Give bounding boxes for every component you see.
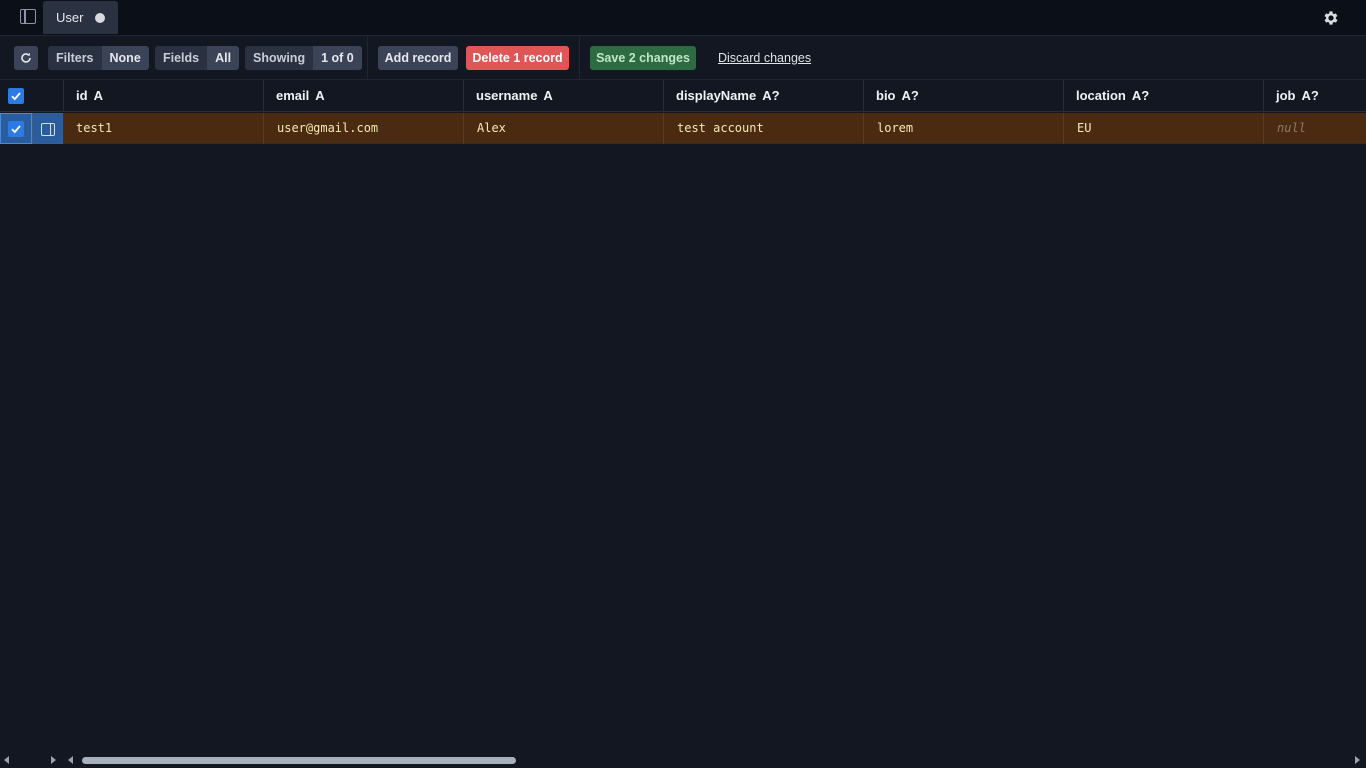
save-changes-button[interactable]: Save 2 changes bbox=[590, 46, 696, 70]
column-type: A? bbox=[901, 88, 919, 103]
fields-label: Fields bbox=[155, 46, 208, 70]
select-all-checkbox[interactable] bbox=[8, 88, 24, 104]
unsaved-dot-icon[interactable] bbox=[95, 13, 105, 23]
scroll-left-arrow-icon[interactable] bbox=[68, 756, 73, 764]
add-record-button[interactable]: Add record bbox=[378, 46, 458, 70]
column-name: displayName bbox=[676, 88, 757, 103]
column-header-location[interactable]: location A? bbox=[1064, 80, 1264, 112]
delete-record-button[interactable]: Delete 1 record bbox=[466, 46, 569, 70]
filters-label: Filters bbox=[48, 46, 102, 70]
row-checkbox[interactable] bbox=[8, 121, 24, 137]
row-select-cell[interactable] bbox=[0, 113, 32, 144]
column-header-job[interactable]: job A? bbox=[1264, 80, 1366, 112]
cell-email[interactable]: user@gmail.com bbox=[264, 113, 464, 144]
column-name: id bbox=[76, 88, 88, 103]
showing-value: 1 of 0 bbox=[313, 46, 362, 70]
column-type: A? bbox=[1131, 88, 1150, 103]
column-type: A? bbox=[762, 88, 780, 103]
filters-button[interactable]: Filters None bbox=[48, 46, 149, 70]
column-type: A? bbox=[1301, 88, 1319, 103]
toolbar: Filters None Fields All Showing 1 of 0 A… bbox=[0, 36, 1366, 80]
grid-header: id A email A username A displayName A? bio A?… bbox=[0, 80, 1366, 112]
column-name: username bbox=[476, 88, 538, 103]
column-header-bio[interactable]: bio A? bbox=[864, 80, 1064, 112]
refresh-icon bbox=[21, 52, 31, 63]
fields-button[interactable]: Fields All bbox=[155, 46, 240, 70]
showing-label: Showing bbox=[245, 46, 314, 70]
side-panel-icon bbox=[41, 123, 55, 136]
tab-label: User bbox=[56, 10, 84, 25]
sidebar-icon[interactable] bbox=[20, 9, 36, 24]
column-header-username[interactable]: username A bbox=[464, 80, 664, 112]
table-row[interactable]: test1 user@gmail.com Alex test account l… bbox=[0, 113, 1366, 144]
cell-displayname[interactable]: test account bbox=[664, 113, 864, 144]
expand-row-button[interactable] bbox=[32, 113, 63, 144]
column-type: A bbox=[543, 88, 553, 103]
tab-bar: User bbox=[0, 0, 1366, 36]
gear-icon[interactable] bbox=[1322, 9, 1340, 27]
fields-value: All bbox=[207, 46, 240, 70]
scroll-right-arrow-icon[interactable] bbox=[1355, 756, 1360, 764]
filters-value: None bbox=[101, 46, 149, 70]
scroll-right-arrow-icon[interactable] bbox=[51, 756, 56, 764]
check-icon bbox=[11, 92, 21, 101]
cell-username[interactable]: Alex bbox=[464, 113, 664, 144]
column-type: A bbox=[93, 88, 103, 103]
toolbar-divider bbox=[579, 36, 580, 80]
column-name: location bbox=[1076, 88, 1126, 103]
discard-changes-link[interactable]: Discard changes bbox=[718, 46, 811, 70]
column-header-displayname[interactable]: displayName A? bbox=[664, 80, 864, 112]
cell-job[interactable]: null bbox=[1264, 113, 1366, 144]
scroll-left-arrow-icon[interactable] bbox=[4, 756, 9, 764]
showing-button[interactable]: Showing 1 of 0 bbox=[245, 46, 362, 70]
column-header-email[interactable]: email A bbox=[264, 80, 464, 112]
column-name: job bbox=[1276, 88, 1296, 103]
check-icon bbox=[11, 125, 21, 134]
column-type: A bbox=[315, 88, 325, 103]
cell-id[interactable]: test1 bbox=[63, 113, 264, 144]
horizontal-scrollbar[interactable] bbox=[0, 752, 1366, 768]
scrollbar-thumb[interactable] bbox=[82, 757, 516, 764]
column-name: bio bbox=[876, 88, 896, 103]
cell-location[interactable]: EU bbox=[1064, 113, 1264, 144]
cell-bio[interactable]: lorem bbox=[864, 113, 1064, 144]
column-name: email bbox=[276, 88, 310, 103]
toolbar-divider bbox=[367, 36, 368, 80]
column-header-id[interactable]: id A bbox=[63, 80, 264, 112]
tab-user[interactable]: User bbox=[43, 1, 118, 34]
refresh-button[interactable] bbox=[14, 46, 38, 70]
